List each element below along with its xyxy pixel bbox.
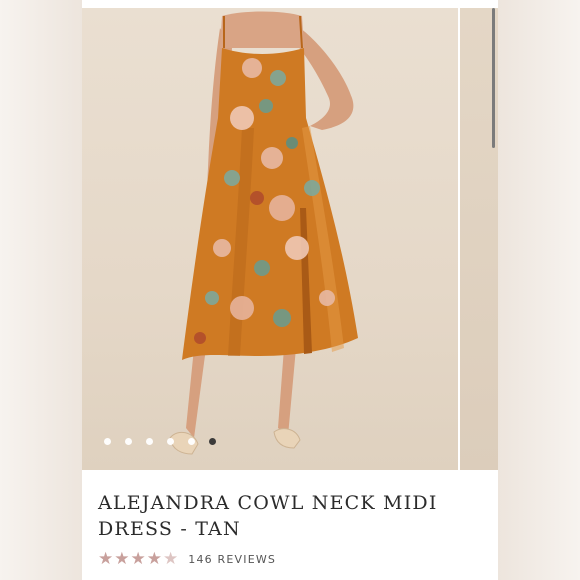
- star-icon: ★: [146, 549, 162, 569]
- product-title: ALEJANDRA COWL NECK MIDI DRESS - TAN: [98, 492, 438, 540]
- carousel-dot-active[interactable]: [209, 437, 216, 445]
- star-icon: ★: [114, 549, 130, 569]
- product-card: ALEJANDRA COWL NECK MIDI DRESS - TAN ★ ★…: [82, 0, 498, 580]
- background-right: [498, 0, 580, 580]
- star-icon: ★: [98, 549, 114, 569]
- carousel-dot[interactable]: [188, 437, 195, 445]
- half-star-icon: ★: [163, 549, 179, 569]
- star-icon: ★: [130, 549, 146, 569]
- carousel-dot[interactable]: [125, 437, 132, 445]
- carousel-dot[interactable]: [167, 437, 174, 445]
- background-left: [0, 0, 82, 580]
- image-gallery[interactable]: [82, 8, 498, 470]
- carousel-dot[interactable]: [104, 437, 111, 445]
- carousel-dot[interactable]: [146, 437, 153, 445]
- carousel-dots: [104, 436, 216, 446]
- product-photo: [82, 8, 458, 470]
- rating-stars: ★ ★ ★ ★ ★: [98, 551, 178, 568]
- scrollbar[interactable]: [492, 8, 495, 148]
- reviews-count[interactable]: 146 REVIEWS: [188, 553, 276, 566]
- product-rating[interactable]: ★ ★ ★ ★ ★ 146 REVIEWS: [98, 551, 276, 568]
